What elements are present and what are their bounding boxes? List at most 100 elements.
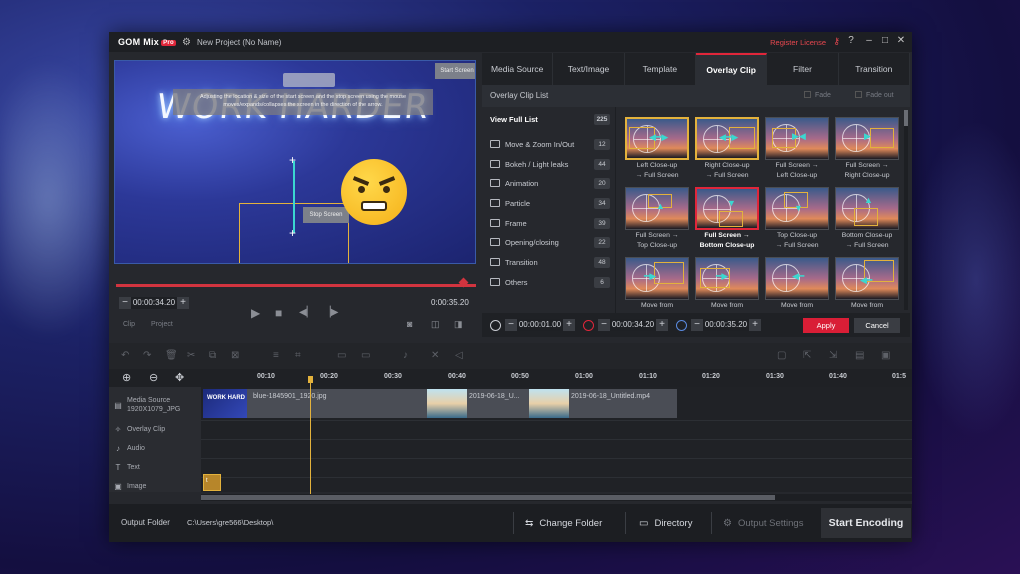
overlay-thumb[interactable]: ◀━ Move from <box>835 257 899 312</box>
start-encoding-button[interactable]: Start Encoding <box>821 508 911 538</box>
minimize-button[interactable]: – <box>862 35 876 46</box>
overlay-start-time[interactable]: 00:00:01.00 <box>517 319 563 331</box>
category-move-zoom[interactable]: Move & Zoom In/Out 12 <box>482 134 616 154</box>
track-image[interactable]: ▣ Image <box>109 479 201 493</box>
mid-time-increment[interactable]: + <box>656 319 668 331</box>
redo-icon[interactable]: ↷ <box>143 350 151 361</box>
category-particle[interactable]: Particle 34 <box>482 193 616 213</box>
volume-icon[interactable]: ◁ <box>455 350 463 361</box>
fade-checkbox[interactable]: Fade <box>804 91 831 99</box>
image-clip[interactable]: t <box>203 474 221 491</box>
media-clip-thumbnail[interactable]: WORK HARD <box>203 389 247 418</box>
change-folder-button[interactable]: ⇆ Change Folder <box>525 508 602 538</box>
move-handle-bottom-icon[interactable]: + <box>289 227 296 239</box>
directory-button[interactable]: ▭ Directory <box>639 508 692 538</box>
timeline-ruler[interactable]: ⊕ ⊖ ✥ 00:10 00:20 00:30 00:40 00:50 01:0… <box>109 369 912 387</box>
import-icon[interactable]: ⇲ <box>829 350 837 361</box>
start-screen-label[interactable]: Start Screen <box>435 63 475 79</box>
video-clip-thumbnail-2[interactable] <box>529 389 569 418</box>
play-icon[interactable]: ▶ <box>251 306 260 320</box>
tab-media-source[interactable]: Media Source <box>482 53 554 85</box>
track-text[interactable]: T Text <box>109 460 201 474</box>
overlay-end-time[interactable]: 00:00:35.20 <box>703 319 749 331</box>
settings-gear-icon[interactable]: ⚙ <box>182 37 191 48</box>
time-increment-button[interactable]: + <box>177 297 189 309</box>
playhead-handle[interactable] <box>308 376 313 383</box>
help-button[interactable]: ? <box>844 35 858 46</box>
track-audio[interactable]: ♪ Audio <box>109 441 201 455</box>
overlay-thumb[interactable]: ▲ Full Screen → Top Close-up <box>625 187 689 252</box>
picture-icon[interactable]: ▭ <box>337 350 346 361</box>
split-icon[interactable]: ◫ <box>431 319 440 330</box>
close-button[interactable]: ✕ <box>894 35 908 46</box>
category-transition[interactable]: Transition 48 <box>482 252 616 272</box>
timeline-scrollbar[interactable] <box>201 494 912 501</box>
delete-icon[interactable]: 🗑 <box>165 350 178 361</box>
current-time-field[interactable]: 00:00:34.20 <box>131 297 177 309</box>
time-decrement-button[interactable]: − <box>119 297 131 309</box>
media-icon[interactable]: ▣ <box>881 350 890 361</box>
tab-text-image[interactable]: Text/Image <box>553 53 625 85</box>
start-time-decrement[interactable]: − <box>505 319 517 331</box>
thumbnail-scrollbar[interactable] <box>904 110 908 310</box>
apply-button[interactable]: Apply <box>803 318 849 333</box>
export-icon[interactable]: ⇱ <box>803 350 811 361</box>
overlay-thumb[interactable]: ━▶ Move from <box>695 257 759 312</box>
key-icon[interactable]: ⚷ <box>833 36 840 47</box>
tab-template[interactable]: Template <box>625 53 696 85</box>
prev-frame-icon[interactable]: ◀▏ <box>299 307 314 318</box>
tab-filter[interactable]: Filter <box>767 53 839 85</box>
mid-time-decrement[interactable]: − <box>598 319 610 331</box>
track-overlay-clip[interactable]: ✧ Overlay Clip <box>109 422 201 436</box>
adjust-icon[interactable]: ≡ <box>273 350 279 361</box>
timeline-tracks[interactable]: WORK HARD blue-1845901_1920.jpg 2019-06-… <box>201 387 912 492</box>
category-others[interactable]: Others 6 <box>482 272 616 292</box>
seek-bar[interactable] <box>116 284 476 287</box>
fullscreen-icon[interactable]: ◨ <box>454 319 463 330</box>
subtitle-icon[interactable]: ▭ <box>361 350 370 361</box>
end-time-increment[interactable]: + <box>749 319 761 331</box>
start-time-increment[interactable]: + <box>563 319 575 331</box>
track-media-source[interactable]: ▤ Media Source 1920X1079_JPG <box>109 390 201 420</box>
zoom-in-icon[interactable]: ⊕ <box>122 371 131 384</box>
fit-icon[interactable]: ✥ <box>175 371 184 384</box>
crop-icon[interactable]: ⌗ <box>295 350 301 361</box>
category-animation[interactable]: Animation 20 <box>482 173 616 193</box>
overlay-thumb[interactable]: ◀━ Move from <box>765 257 829 312</box>
mute-icon[interactable]: ✕ <box>431 350 439 361</box>
overlay-thumb[interactable]: ▶ Full Screen → Right Close-up <box>835 117 899 182</box>
overlay-thumb[interactable]: ◀━▶ Left Close-up → Full Screen <box>625 117 689 182</box>
clip-tab[interactable]: Clip <box>123 321 135 328</box>
video-clip-thumbnail[interactable] <box>427 389 467 418</box>
overlay-thumb[interactable]: ▼ Top Close-up → Full Screen <box>765 187 829 252</box>
category-view-full-list[interactable]: View Full List 225 <box>482 109 616 129</box>
output-settings-button[interactable]: ⚙ Output Settings <box>723 508 803 538</box>
copy-icon[interactable]: ⧉ <box>209 350 216 361</box>
zoom-out-icon[interactable]: ⊖ <box>149 371 158 384</box>
end-time-decrement[interactable]: − <box>691 319 703 331</box>
cut-icon[interactable]: ✂ <box>187 350 195 361</box>
move-handle-top-icon[interactable]: + <box>289 154 296 166</box>
fade-out-checkbox[interactable]: Fade out <box>855 91 894 99</box>
timeline-playhead[interactable] <box>310 376 311 494</box>
project-tab[interactable]: Project <box>151 321 173 328</box>
overlay-thumb[interactable]: ▶◀ Full Screen → Left Close-up <box>765 117 829 182</box>
preview-canvas[interactable]: WORK HARDER Start Screen Adjusting the l… <box>114 60 476 264</box>
category-bokeh[interactable]: Bokeh / Light leaks 44 <box>482 154 616 174</box>
remove-icon[interactable]: ⊠ <box>231 350 239 361</box>
open-icon[interactable]: ▤ <box>855 350 864 361</box>
tab-overlay-clip[interactable]: Overlay Clip <box>695 53 768 85</box>
maximize-button[interactable]: □ <box>878 35 892 46</box>
overlay-thumb-selected[interactable]: ▼ Full Screen → Bottom Close-up <box>695 187 759 252</box>
time-stepper[interactable]: − 00:00:34.20 + <box>119 296 189 310</box>
overlay-thumb[interactable]: ━▶ Move from <box>625 257 689 312</box>
cancel-button[interactable]: Cancel <box>854 318 900 333</box>
undo-icon[interactable]: ↶ <box>121 350 129 361</box>
category-frame[interactable]: Frame 39 <box>482 213 616 233</box>
stop-screen-label[interactable]: Stop Screen <box>303 207 349 223</box>
tab-transition[interactable]: Transition <box>839 53 910 85</box>
category-opening-closing[interactable]: Opening/closing 22 <box>482 232 616 252</box>
overlay-thumb[interactable]: ▲ Bottom Close-up → Full Screen <box>835 187 899 252</box>
audio-icon[interactable]: ♪ <box>403 350 408 361</box>
register-license-link[interactable]: Register License <box>770 38 826 47</box>
